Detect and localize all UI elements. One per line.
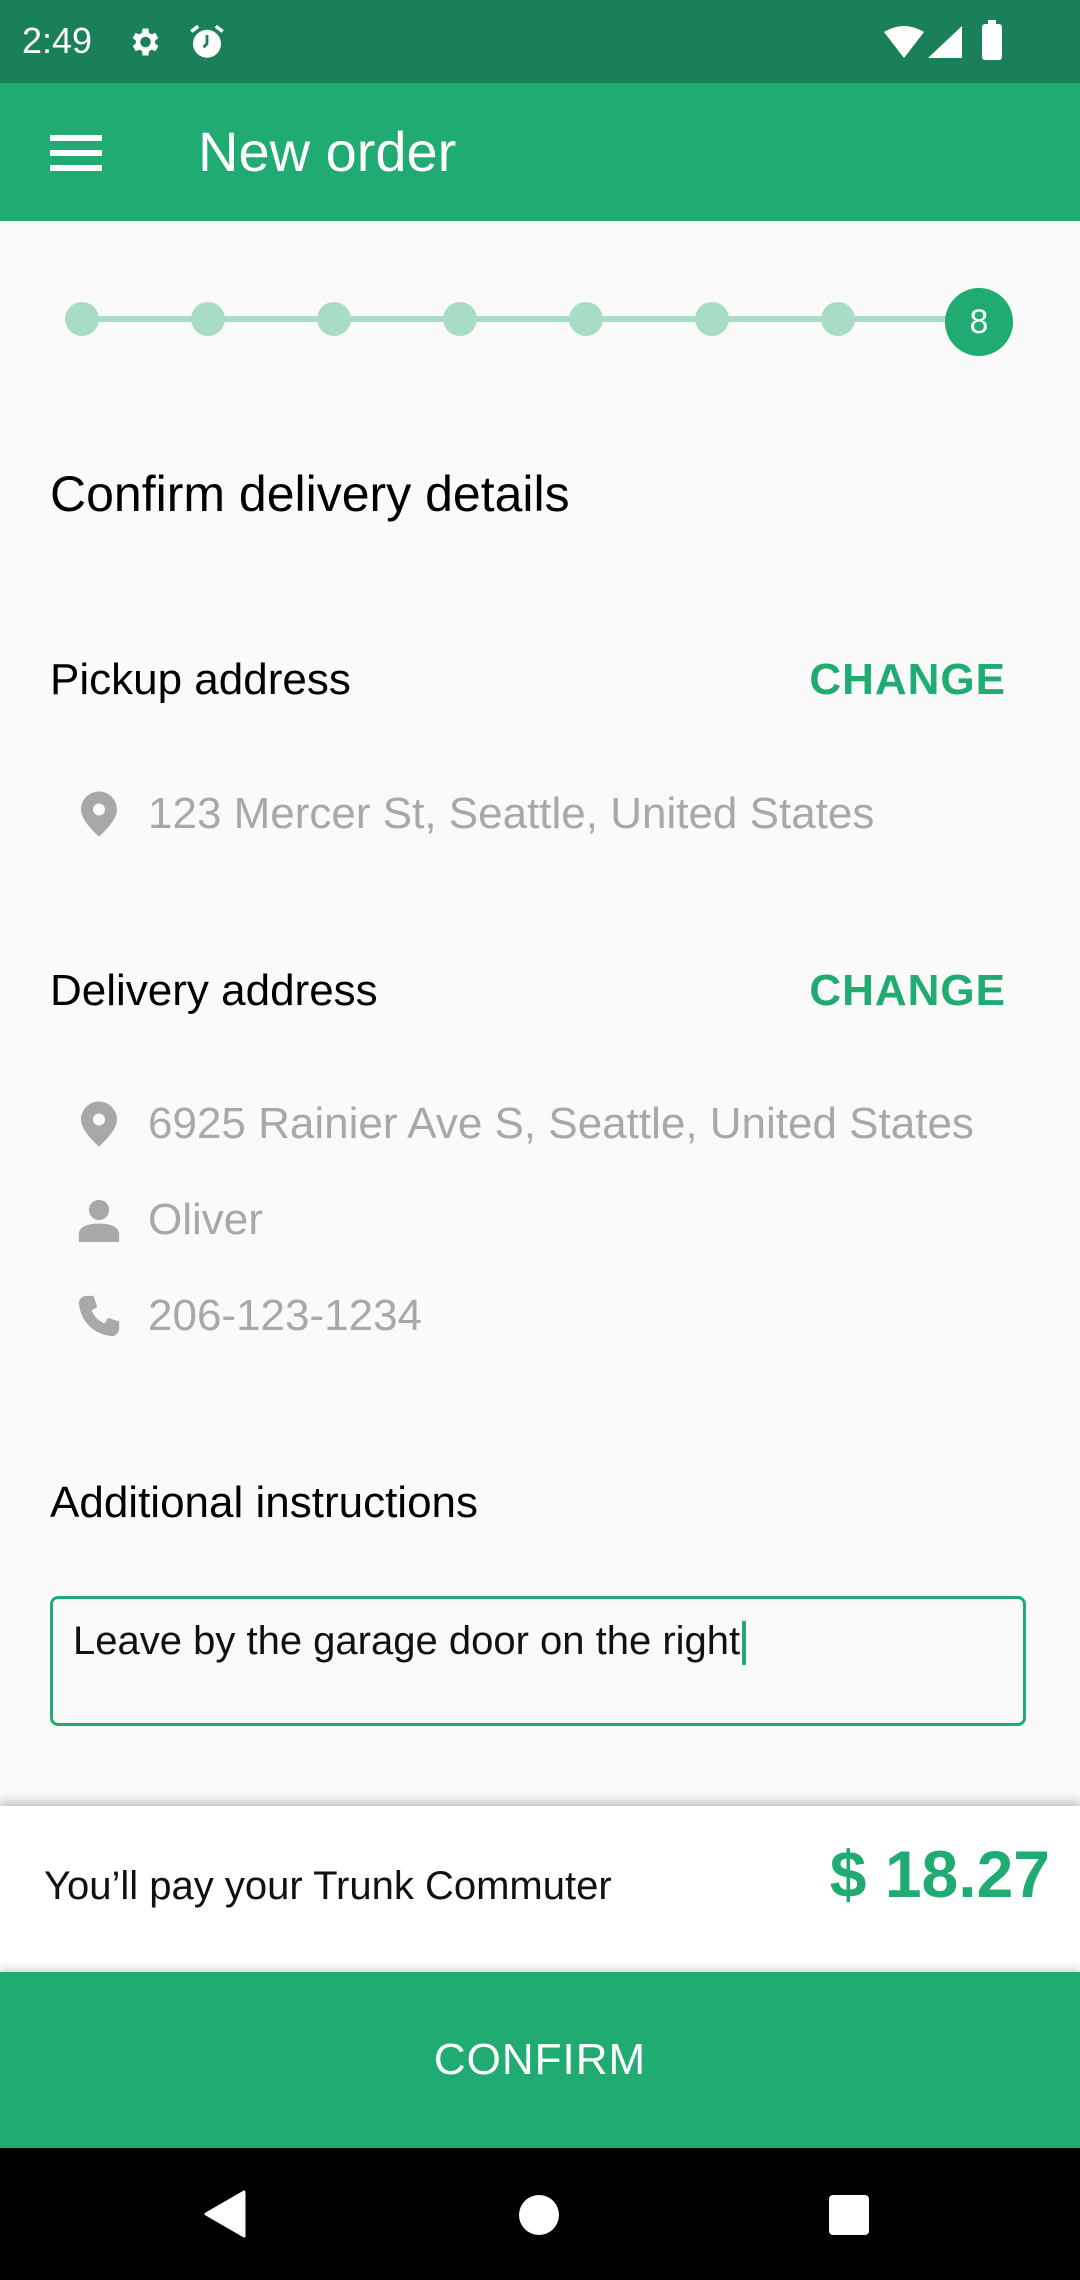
alarm-icon: [190, 24, 224, 58]
system-nav-bar: [0, 2148, 1080, 2280]
payment-amount: $ 18.27: [829, 1837, 1050, 1911]
step-dot: [821, 302, 855, 336]
pickup-title: Pickup address: [50, 655, 351, 704]
delivery-address: 6925 Rainier Ave S, Seattle, United Stat…: [148, 1099, 974, 1148]
pickup-change-button[interactable]: CHANGE: [809, 655, 1006, 705]
delivery-address-row: 6925 Rainier Ave S, Seattle, United Stat…: [76, 1094, 974, 1154]
page-title: New order: [198, 120, 457, 183]
section-heading: Confirm delivery details: [50, 466, 570, 522]
back-icon[interactable]: [204, 2190, 246, 2238]
payment-label: You’ll pay your Trunk Commuter: [44, 1864, 612, 1908]
step-dot: [317, 302, 351, 336]
battery-icon: [982, 20, 1002, 60]
delivery-title: Delivery address: [50, 966, 378, 1015]
recipient-phone: 206-123-1234: [148, 1291, 423, 1340]
person-icon: [76, 1197, 122, 1243]
signal-icon: [928, 26, 962, 58]
recipient-name: Oliver: [148, 1195, 263, 1244]
step-dot: [191, 302, 225, 336]
phone-icon: [76, 1293, 122, 1339]
app-bar: New order: [0, 83, 1080, 221]
confirm-button[interactable]: CONFIRM: [0, 1972, 1080, 2148]
payment-summary: You’ll pay your Trunk Commuter $ 18.27: [0, 1806, 1080, 1971]
location-pin-icon: [76, 791, 122, 837]
text-caret: [742, 1621, 747, 1666]
location-pin-icon: [76, 1101, 122, 1147]
delivery-change-button[interactable]: CHANGE: [809, 966, 1006, 1016]
instructions-value[interactable]: Leave by the garage door on the right: [73, 1619, 740, 1663]
pickup-address-row: 123 Mercer St, Seattle, United States: [76, 784, 874, 844]
recipient-name-row: Oliver: [76, 1190, 263, 1250]
step-dot: [65, 302, 99, 336]
status-bar: 2:49: [0, 0, 1080, 83]
pickup-address: 123 Mercer St, Seattle, United States: [148, 789, 875, 838]
step-active: 8: [945, 288, 1013, 356]
recents-icon[interactable]: [828, 2194, 870, 2236]
progress-stepper: 8: [65, 280, 1013, 360]
gear-icon: [132, 28, 159, 56]
recipient-phone-row: 206-123-1234: [76, 1286, 422, 1346]
home-icon[interactable]: [518, 2194, 560, 2236]
instructions-title: Additional instructions: [50, 1478, 479, 1527]
step-dot: [569, 302, 603, 336]
instructions-input[interactable]: Leave by the garage door on the right: [50, 1596, 1026, 1726]
menu-icon[interactable]: [50, 135, 102, 171]
wifi-icon: [884, 26, 924, 58]
step-dot: [695, 302, 729, 336]
status-time: 2:49: [22, 20, 93, 61]
step-dot: [443, 302, 477, 336]
